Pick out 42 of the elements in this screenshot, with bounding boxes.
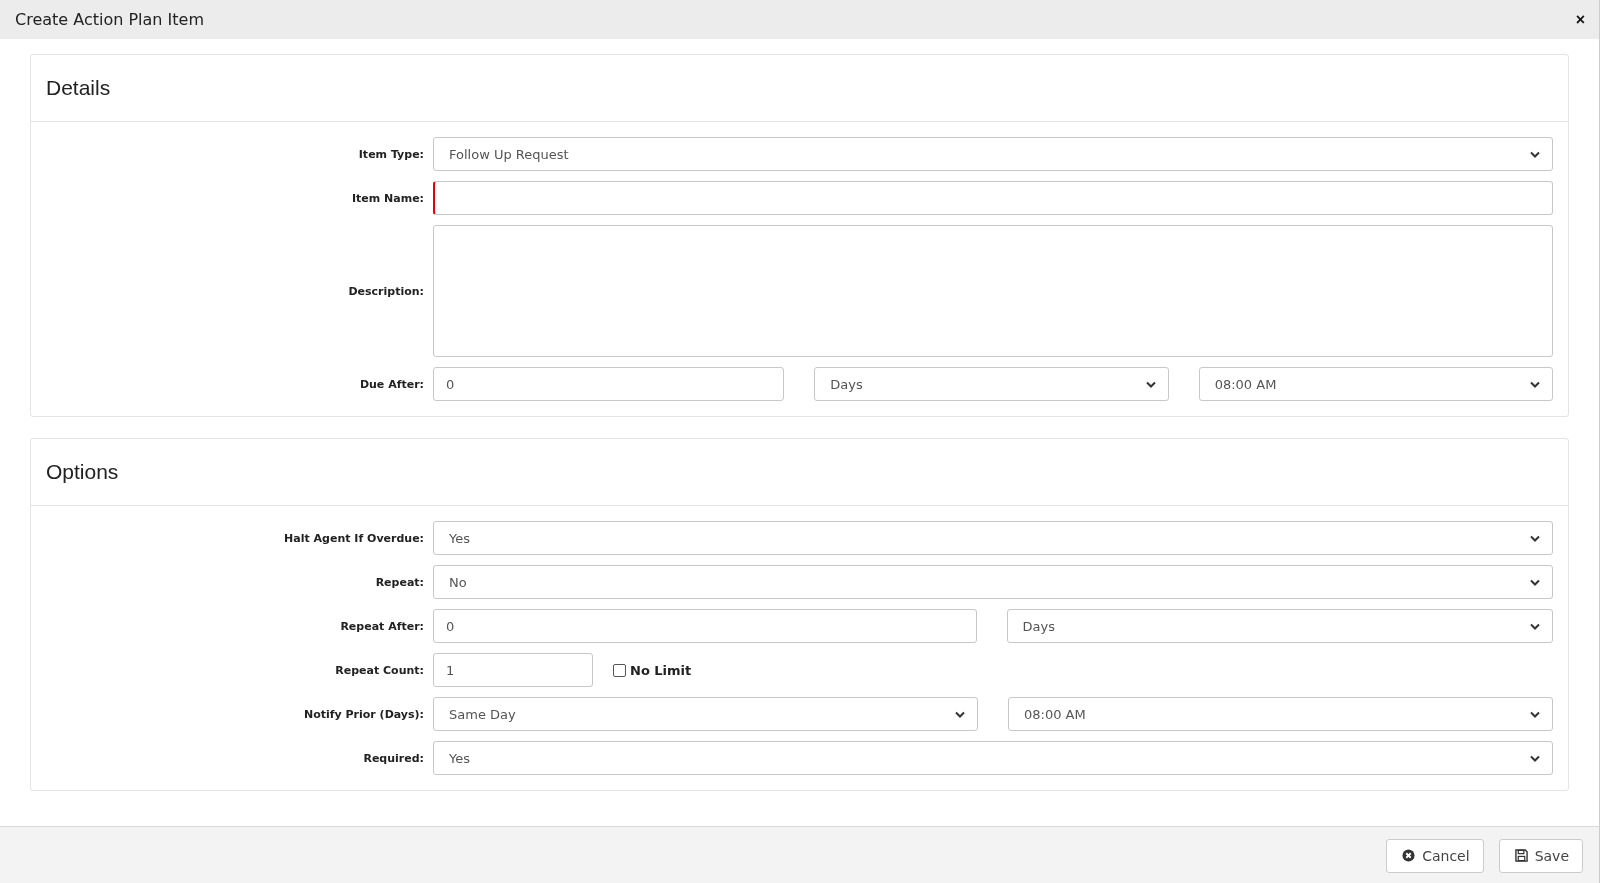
dropdown[interactable]: 08:00 AM xyxy=(1008,697,1553,731)
text-area[interactable] xyxy=(433,225,1553,357)
field-label: Required: xyxy=(362,751,424,765)
caret-icon xyxy=(1530,534,1540,542)
dropdown[interactable]: Yes xyxy=(433,741,1553,775)
checkbox[interactable] xyxy=(613,663,626,677)
caret-icon xyxy=(1530,710,1540,718)
field-label: Halt Agent If Overdue: xyxy=(283,531,424,545)
input-field[interactable]: 0 xyxy=(433,367,785,401)
field-label: Due After: xyxy=(358,377,424,391)
field-label: Item Type: xyxy=(357,147,424,161)
dropdown[interactable]: Days xyxy=(814,367,1169,401)
section-title: Options xyxy=(46,460,119,484)
input-field[interactable] xyxy=(433,181,1553,215)
field-label: Repeat After: xyxy=(339,619,424,633)
checkbox-label: No Limit xyxy=(630,662,692,678)
input-field[interactable]: 0 xyxy=(433,609,977,643)
dropdown[interactable]: Yes xyxy=(433,521,1553,555)
dropdown[interactable]: 08:00 AM xyxy=(1198,367,1553,401)
caret-icon xyxy=(1530,380,1540,388)
field-label: Description: xyxy=(347,284,424,298)
caret-icon xyxy=(1145,380,1156,388)
caret-icon xyxy=(1530,578,1540,586)
field-label: Repeat Count: xyxy=(334,663,424,677)
dialog-title: Create Action Plan Item xyxy=(15,10,204,29)
caret-icon xyxy=(1530,150,1540,158)
caret-icon xyxy=(1530,622,1540,630)
dropdown[interactable]: No xyxy=(433,565,1553,599)
field-label: Notify Prior (Days): xyxy=(302,707,424,721)
caret-icon xyxy=(1530,754,1540,762)
close-circle-icon xyxy=(1402,849,1416,862)
close-button[interactable]: × xyxy=(1575,10,1585,29)
section-title: Details xyxy=(46,76,111,100)
field-label: Repeat: xyxy=(374,575,424,589)
cancel-button[interactable]: Cancel xyxy=(1386,838,1484,873)
input-field[interactable]: 1 xyxy=(433,653,593,687)
dropdown[interactable]: Days xyxy=(1006,609,1553,643)
field-label: Item Name: xyxy=(350,191,424,205)
caret-icon xyxy=(955,710,965,718)
save-button[interactable]: Save xyxy=(1498,838,1583,873)
dropdown[interactable]: Follow Up Request xyxy=(433,137,1553,171)
dropdown[interactable]: Same Day xyxy=(433,697,978,731)
